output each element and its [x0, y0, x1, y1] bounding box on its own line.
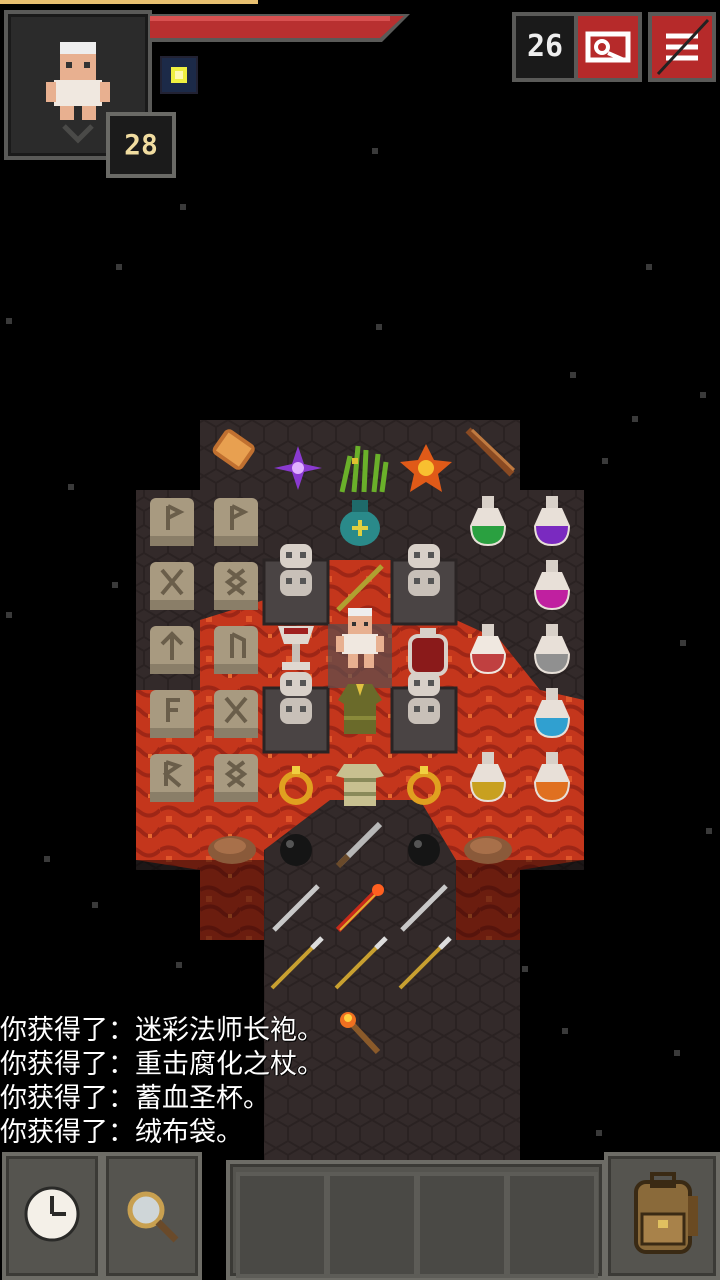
- magenta-potion[interactable]: [520, 554, 584, 618]
- mage-robe-item[interactable]: [328, 676, 392, 740]
- experience-bar: [0, 0, 258, 4]
- seed-pouch-item[interactable]: [328, 490, 392, 554]
- search-button[interactable]: [102, 1152, 202, 1280]
- runestone-item[interactable]: [204, 682, 268, 746]
- quickslot[interactable]: [506, 1172, 598, 1278]
- sword-item[interactable]: [264, 876, 328, 940]
- journal-icon: [585, 31, 631, 63]
- purple-potion[interactable]: [520, 490, 584, 554]
- spear-item[interactable]: [392, 932, 456, 996]
- runestone-item[interactable]: [204, 746, 268, 810]
- menu-icon: [656, 18, 710, 76]
- runestone-item[interactable]: [140, 618, 204, 682]
- bomb-item[interactable]: [392, 816, 456, 880]
- backpack-icon: [634, 1172, 698, 1254]
- runestone-item[interactable]: [204, 554, 268, 618]
- journal-button[interactable]: [574, 12, 642, 82]
- blood-flask-item[interactable]: [396, 620, 460, 684]
- runestone-item[interactable]: [204, 618, 268, 682]
- hero-character[interactable]: [328, 604, 392, 676]
- meat-item[interactable]: [456, 816, 520, 880]
- runestone-item[interactable]: [204, 490, 268, 554]
- skeleton-pile: [408, 544, 440, 596]
- menu-button[interactable]: [648, 12, 716, 82]
- skeleton-pile: [280, 544, 312, 596]
- log-line: 你获得了：迷彩法师长袍。: [0, 1015, 324, 1046]
- bomb-item[interactable]: [264, 816, 328, 880]
- ring-item[interactable]: [392, 752, 456, 816]
- azure-potion[interactable]: [520, 682, 584, 746]
- firebloom-plant[interactable]: [394, 436, 458, 500]
- starflower-plant[interactable]: [266, 436, 330, 500]
- white-potion[interactable]: [456, 618, 520, 682]
- silver-potion[interactable]: [520, 618, 584, 682]
- spear-item[interactable]: [264, 932, 328, 996]
- hero-level-badge: 28: [106, 112, 176, 178]
- clock-icon: [24, 1186, 80, 1242]
- runestone-item[interactable]: [140, 490, 204, 554]
- dungeon-depth-indicator[interactable]: 26: [512, 12, 578, 82]
- runestone-item[interactable]: [140, 682, 204, 746]
- wait-button[interactable]: [2, 1152, 102, 1280]
- sword-item[interactable]: [392, 876, 456, 940]
- log-line: 你获得了：蓄血圣杯。: [0, 1083, 270, 1114]
- health-bar: [150, 14, 410, 42]
- green-potion[interactable]: [456, 490, 520, 554]
- log-line: 你获得了：重击腐化之杖。: [0, 1049, 324, 1080]
- meat-item[interactable]: [200, 816, 264, 880]
- runestone-item[interactable]: [140, 554, 204, 618]
- wand-item[interactable]: [458, 420, 522, 484]
- runestone-item[interactable]: [140, 746, 204, 810]
- message-log: 你获得了：迷彩法师长袍。 你获得了：重击腐化之杖。 你获得了：蓄血圣杯。 你获得…: [0, 1014, 440, 1150]
- golden-potion[interactable]: [456, 746, 520, 810]
- spear-item[interactable]: [328, 932, 392, 996]
- light-buff-icon[interactable]: [160, 56, 198, 94]
- orange-potion[interactable]: [520, 746, 584, 810]
- cloth-armor-item[interactable]: [328, 752, 392, 816]
- log-line: 你获得了：绒布袋。: [0, 1117, 243, 1148]
- magnifier-icon: [127, 1191, 179, 1243]
- sword-item[interactable]: [328, 812, 392, 876]
- scroll-case-item[interactable]: [200, 420, 264, 484]
- quickslot[interactable]: [236, 1172, 328, 1278]
- fire-wand-item[interactable]: [328, 876, 392, 940]
- quickslot[interactable]: [326, 1172, 418, 1278]
- quickslot[interactable]: [416, 1172, 508, 1278]
- ring-item[interactable]: [264, 752, 328, 816]
- backpack-button[interactable]: [604, 1152, 720, 1280]
- chalice-item[interactable]: [264, 616, 328, 680]
